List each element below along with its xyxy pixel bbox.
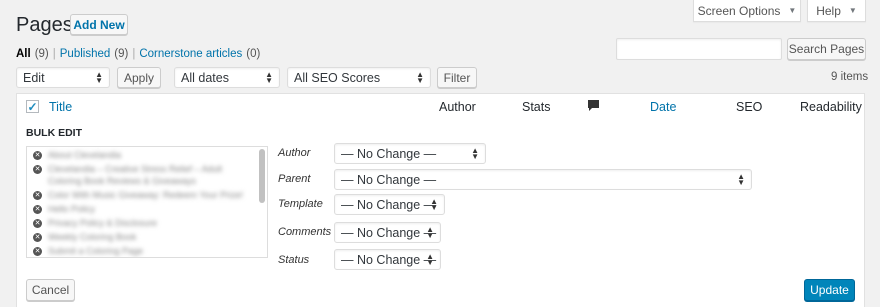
select-arrows-icon: ▲ ▼ (430, 196, 438, 212)
select-arrows-icon: ▲ ▼ (737, 171, 745, 187)
search-input[interactable] (616, 38, 782, 60)
select-arrows-icon: ▲ ▼ (95, 69, 103, 85)
list-scrollbar[interactable] (259, 149, 265, 203)
remove-icon[interactable]: ✕ (33, 150, 42, 160)
filter-cornerstone[interactable]: Cornerstone articles (139, 48, 242, 60)
remove-icon[interactable]: ✕ (33, 164, 42, 174)
select-all-checkbox[interactable]: ✓ (26, 100, 39, 113)
dates-select[interactable]: All dates ▲ ▼ (174, 67, 280, 88)
list-item-title: Color With Music Giveaway: Redeem Your P… (48, 190, 244, 200)
parent-select[interactable]: — No Change — ▲ ▼ (334, 169, 752, 190)
help-label: Help (816, 3, 841, 18)
column-author: Author (439, 100, 476, 114)
filter-button[interactable]: Filter (437, 67, 477, 88)
filter-cornerstone-count: (0) (246, 48, 261, 60)
column-title[interactable]: Title (49, 100, 72, 114)
items-count: 9 items (831, 71, 869, 83)
comments-select[interactable]: — No Change — ▲ ▼ (334, 222, 441, 243)
template-select[interactable]: — No Change — ▲ ▼ (334, 194, 445, 215)
status-value: — No Change — (341, 252, 437, 267)
checkmark-icon: ✓ (27, 99, 38, 114)
list-item: ✕ Color With Music Giveaway: Redeem Your… (33, 190, 243, 200)
author-value: — No Change — (341, 146, 437, 161)
seo-scores-value: All SEO Scores (294, 70, 381, 85)
filter-separator: | (52, 48, 56, 60)
caret-down-icon: ▼ (848, 6, 857, 15)
page-title: Pages (16, 14, 73, 36)
filter-all-count: (9) (34, 48, 49, 60)
table-header: ✓ Title Author Stats Date SEO Readabilit… (16, 93, 865, 119)
column-stats: Stats (522, 100, 551, 114)
list-item: ✕ Clevelandia – Creative Stress Relief –… (33, 164, 222, 174)
author-select[interactable]: — No Change — ▲ ▼ (334, 143, 486, 164)
filter-published-count: (9) (114, 48, 129, 60)
list-item-title: Privacy Policy & Disclosure (48, 218, 158, 228)
bulk-action-select[interactable]: Edit ▲ ▼ (16, 67, 110, 88)
comments-value: — No Change — (341, 225, 437, 240)
screen-options-tab[interactable]: Screen Options ▼ (693, 0, 801, 22)
add-new-button[interactable]: Add New (70, 14, 128, 35)
remove-icon[interactable]: ✕ (33, 190, 42, 200)
caret-down-icon: ▼ (788, 6, 797, 15)
bulk-edit-heading: BULK EDIT (26, 127, 82, 139)
search-pages-button[interactable]: Search Pages (787, 38, 866, 60)
bulk-action-value: Edit (23, 70, 45, 85)
filter-published[interactable]: Published (60, 48, 111, 60)
seo-scores-select[interactable]: All SEO Scores ▲ ▼ (287, 67, 431, 88)
comments-icon (587, 99, 600, 115)
cancel-button[interactable]: Cancel (26, 279, 75, 301)
list-item: ✕ Privacy Policy & Disclosure (33, 218, 157, 228)
list-item: ✕ Submit a Coloring Page (33, 246, 143, 256)
list-item: ✕ About Clevelandia (33, 150, 121, 160)
status-label: Status (278, 254, 310, 266)
list-item: Coloring Book Reviews & Giveaways (48, 176, 196, 186)
template-value: — No Change — (341, 197, 437, 212)
list-item-title: Clevelandia – Creative Stress Relief – A… (48, 164, 223, 174)
screen-options-label: Screen Options (697, 3, 781, 18)
filter-separator: | (132, 48, 136, 60)
author-label: Author (278, 147, 311, 159)
template-label: Template (278, 198, 323, 210)
remove-icon[interactable]: ✕ (33, 232, 42, 242)
status-filters: All (9) | Published (9) | Cornerstone ar… (16, 48, 260, 60)
select-arrows-icon: ▲ ▼ (265, 69, 273, 85)
dates-value: All dates (181, 70, 229, 85)
remove-icon[interactable]: ✕ (33, 246, 42, 256)
list-item: ✕ Weekly Coloring Book (33, 232, 136, 242)
parent-label: Parent (278, 173, 311, 185)
list-item-title: Submit a Coloring Page (48, 246, 144, 256)
select-arrows-icon: ▲ ▼ (426, 224, 434, 240)
list-item-title: About Clevelandia (48, 150, 122, 160)
list-item-title: Coloring Book Reviews & Giveaways (48, 176, 197, 186)
bulk-titles-list[interactable]: ✕ About Clevelandia ✕ Clevelandia – Crea… (26, 146, 268, 258)
remove-icon[interactable]: ✕ (33, 204, 42, 214)
apply-button[interactable]: Apply (117, 67, 161, 88)
status-select[interactable]: — No Change — ▲ ▼ (334, 249, 441, 270)
list-item: ✕ Hello Policy (33, 204, 95, 214)
select-arrows-icon: ▲ ▼ (471, 145, 479, 161)
remove-icon[interactable]: ✕ (33, 218, 42, 228)
list-item-title: Hello Policy (48, 204, 96, 214)
list-item-title: Weekly Coloring Book (48, 232, 137, 242)
select-arrows-icon: ▲ ▼ (416, 69, 424, 85)
comments-label: Comments (278, 226, 332, 238)
select-arrows-icon: ▲ ▼ (426, 251, 434, 267)
help-tab[interactable]: Help ▼ (807, 0, 866, 22)
filter-all[interactable]: All (16, 48, 31, 60)
column-readability: Readability (800, 100, 862, 114)
column-date[interactable]: Date (650, 100, 676, 114)
parent-value: — No Change — (341, 172, 437, 187)
update-button[interactable]: Update (804, 279, 855, 301)
column-seo: SEO (736, 100, 763, 114)
